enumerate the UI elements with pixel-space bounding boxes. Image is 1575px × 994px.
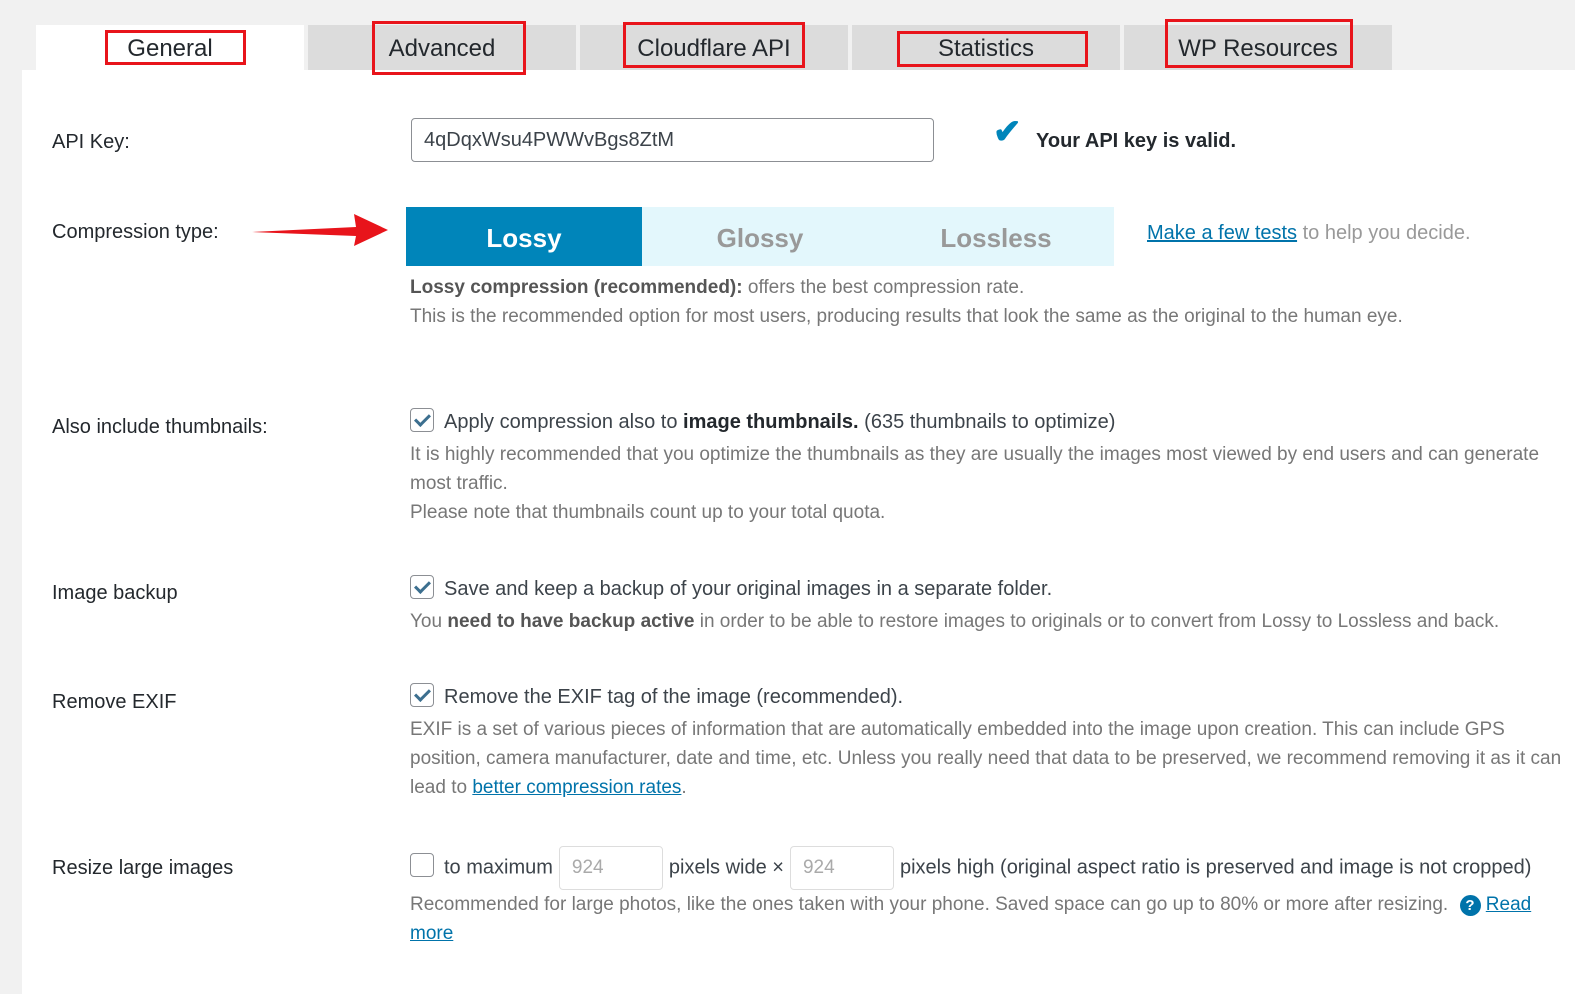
thumbnails-checkbox[interactable]	[410, 408, 434, 432]
image-backup-label: Image backup	[52, 582, 178, 604]
api-key-label: API Key:	[52, 131, 130, 153]
highlight-box	[372, 21, 526, 75]
resize-height-input[interactable]: 924	[789, 846, 894, 890]
tests-hint: Make a few tests to help you decide.	[1147, 222, 1471, 244]
compression-lossy-button[interactable]: Lossy	[406, 207, 642, 266]
resize-checkbox[interactable]	[410, 853, 434, 878]
resize-option: to maximum 924 pixels wide × 924 pixels high…	[410, 846, 1565, 948]
better-compression-link[interactable]: better compression rates	[472, 777, 681, 798]
checkmark-icon: ✔	[993, 113, 1022, 151]
thumbnails-label: Also include thumbnails:	[52, 416, 268, 438]
make-tests-link[interactable]: Make a few tests	[1147, 222, 1297, 244]
resize-label: Resize large images	[52, 857, 234, 879]
exif-option: Remove the EXIF tag of the image (recomm…	[410, 683, 1565, 802]
remove-exif-label: Remove EXIF	[52, 691, 177, 713]
highlight-box	[623, 22, 805, 68]
api-key-valid-text: Your API key is valid.	[1036, 130, 1237, 152]
highlight-box	[897, 31, 1088, 67]
thumbnails-option: Apply compression also to image thumbnai…	[410, 408, 1565, 527]
exif-checkbox[interactable]	[410, 683, 434, 707]
backup-option: Save and keep a backup of your original …	[410, 575, 1565, 636]
highlight-box	[105, 30, 246, 65]
arrow-annotation-icon	[252, 214, 388, 246]
help-icon[interactable]: ?	[1459, 895, 1481, 916]
highlight-box	[1165, 19, 1353, 68]
compression-glossy-button[interactable]: Glossy	[642, 207, 878, 266]
compression-description: Lossy compression (recommended): offers …	[410, 277, 1403, 327]
backup-checkbox[interactable]	[410, 575, 434, 599]
compression-lossless-button[interactable]: Lossless	[878, 207, 1114, 266]
compression-type-label: Compression type:	[52, 221, 219, 243]
api-key-input[interactable]	[411, 118, 934, 162]
resize-width-input[interactable]: 924	[558, 846, 663, 890]
